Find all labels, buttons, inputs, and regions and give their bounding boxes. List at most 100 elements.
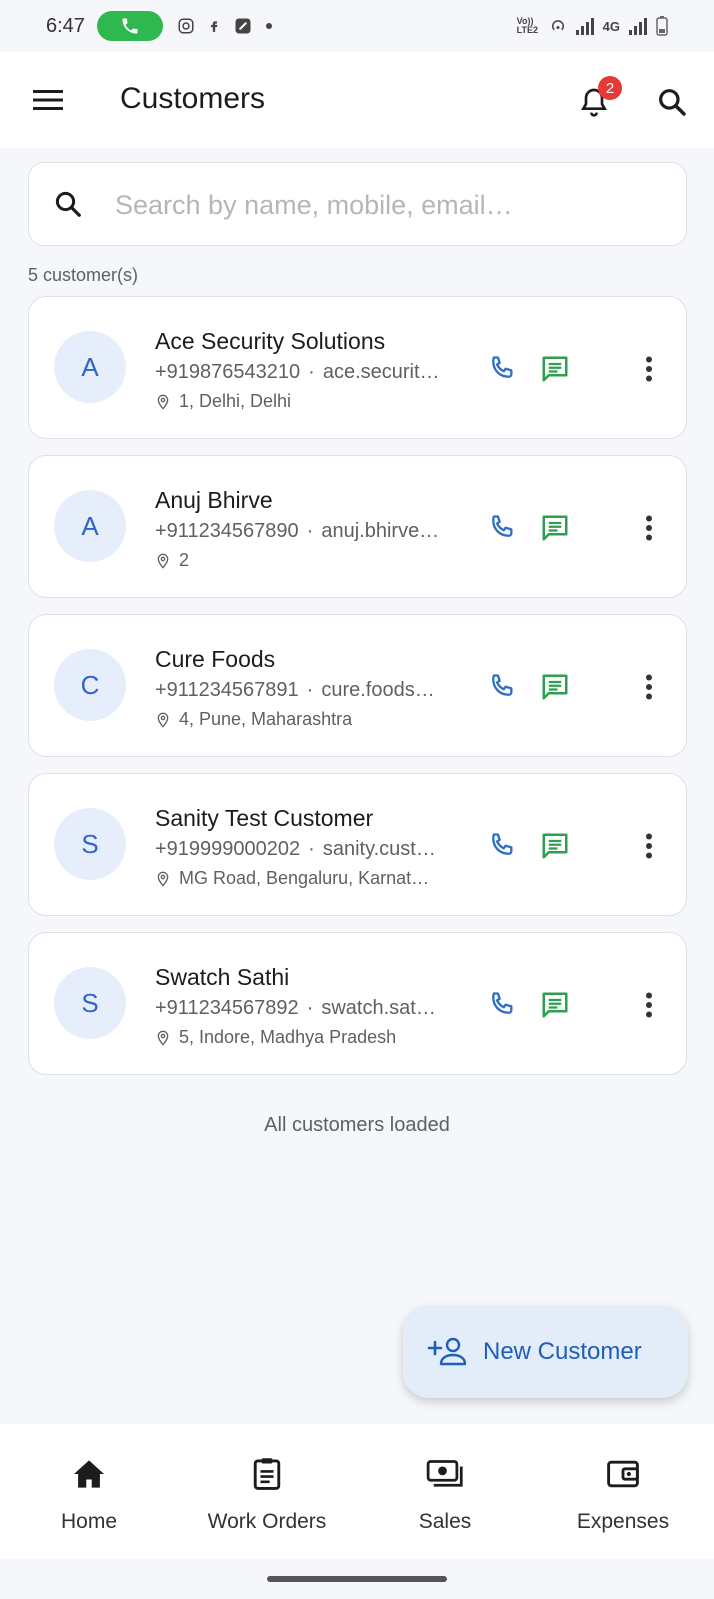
nav-item-expenses[interactable]: Expenses: [534, 1424, 712, 1559]
customer-phone: +911234567892: [155, 997, 299, 1019]
search-icon: [659, 89, 686, 116]
customer-name: Anuj Bhirve: [155, 487, 273, 513]
notification-icons: [177, 16, 273, 36]
customer-email: cure.foods…: [321, 679, 435, 701]
more-options-button[interactable]: [631, 828, 667, 864]
nav-item-home[interactable]: Home: [0, 1424, 178, 1559]
customer-address: 2: [155, 550, 500, 571]
signal-icon: [575, 18, 594, 35]
separator: ·: [308, 361, 315, 383]
location-pin-icon: [157, 1030, 169, 1046]
message-button[interactable]: [537, 828, 573, 864]
nav-item-sales[interactable]: Sales: [356, 1424, 534, 1559]
nav-label: Expenses: [576, 1510, 670, 1533]
customer-card[interactable]: C Cure Foods +911234567891 · cure.foods… 4…: [28, 614, 687, 757]
message-icon: [542, 515, 568, 541]
message-button[interactable]: [537, 669, 573, 705]
list-end-label: All customers loaded: [264, 1114, 450, 1136]
call-button[interactable]: [485, 828, 519, 862]
add-person-icon: [427, 1337, 467, 1366]
customer-email: sanity.cust…: [322, 838, 436, 860]
new-customer-button[interactable]: New Customer: [403, 1306, 688, 1398]
avatar: A: [54, 490, 126, 562]
search-input[interactable]: [115, 181, 575, 229]
customer-name: Cure Foods: [155, 646, 276, 672]
more-vert-icon: [646, 992, 652, 1018]
avatar: S: [54, 967, 126, 1039]
customer-contact: +911234567890 · anuj.bhirve…: [155, 520, 500, 543]
search-button[interactable]: [652, 82, 692, 122]
customer-card[interactable]: A Anuj Bhirve +911234567890 · anuj.bhirve……: [28, 455, 687, 598]
more-options-button[interactable]: [631, 669, 667, 705]
separator: ·: [306, 679, 314, 701]
battery-icon: [656, 16, 668, 36]
new-customer-label: New Customer: [483, 1338, 642, 1365]
phone-icon: [492, 674, 513, 696]
phone-icon: [492, 515, 513, 537]
message-button[interactable]: [537, 510, 573, 546]
call-button[interactable]: [485, 351, 519, 385]
customer-card[interactable]: S Swatch Sathi +911234567892 · swatch.sat……: [28, 932, 687, 1075]
app-bar: Customers: [0, 52, 714, 148]
message-button[interactable]: [537, 351, 573, 387]
customer-phone: +919999000202: [155, 838, 301, 860]
customer-count: 5 customer(s): [28, 265, 139, 285]
call-button[interactable]: [485, 510, 519, 544]
avatar: C: [54, 649, 126, 721]
address-text: MG Road, Bengaluru, Karnat…: [179, 868, 430, 888]
status-time: 6:47: [46, 14, 85, 37]
bottom-navigation: Home Work Orders Sales Expenses: [0, 1424, 714, 1559]
customer-email: ace.securit…: [322, 361, 440, 383]
call-button[interactable]: [485, 669, 519, 703]
customer-address: MG Road, Bengaluru, Karnat…: [155, 868, 500, 889]
menu-button[interactable]: [28, 84, 68, 116]
customer-name: Ace Security Solutions: [155, 328, 386, 354]
customer-card[interactable]: S Sanity Test Customer +919999000202 · san…: [28, 773, 687, 916]
message-icon: [542, 992, 568, 1018]
customer-name: Sanity Test Customer: [155, 805, 374, 831]
notification-badge: 2: [598, 76, 622, 100]
separator: ·: [306, 520, 314, 542]
address-text: 2: [179, 550, 190, 570]
clipboard-icon: [253, 1458, 281, 1490]
separator: ·: [308, 838, 315, 860]
home-icon: [74, 1460, 104, 1488]
location-pin-icon: [157, 712, 169, 728]
more-vert-icon: [646, 674, 652, 700]
app-icon: [235, 18, 251, 34]
customer-address: 5, Indore, Madhya Pradesh: [155, 1027, 500, 1048]
avatar: S: [54, 808, 126, 880]
location-pin-icon: [157, 553, 169, 569]
search-field[interactable]: [28, 162, 687, 246]
more-options-button[interactable]: [631, 510, 667, 546]
instagram-icon: [178, 18, 194, 34]
facebook-icon: [211, 21, 218, 32]
address-text: 4, Pune, Maharashtra: [179, 709, 353, 729]
more-options-button[interactable]: [631, 987, 667, 1023]
more-options-button[interactable]: [631, 351, 667, 387]
cash-icon: [426, 1460, 463, 1487]
ongoing-call-icon[interactable]: [96, 11, 163, 41]
nav-item-work-orders[interactable]: Work Orders: [178, 1424, 356, 1559]
wallet-icon: [607, 1460, 639, 1488]
status-bar: 6:47 Vo)) LTE2 4G: [0, 0, 714, 52]
address-text: 1, Delhi, Delhi: [179, 391, 292, 411]
location-pin-icon: [157, 394, 169, 410]
customer-phone: +911234567891: [155, 679, 299, 701]
menu-icon: [33, 90, 63, 110]
more-notifications-icon: [265, 23, 272, 29]
message-icon: [542, 356, 568, 382]
page-title: Customers: [120, 82, 266, 115]
customer-contact: +919876543210 · ace.securit…: [155, 361, 500, 384]
more-vert-icon: [646, 833, 652, 859]
message-icon: [542, 674, 568, 700]
search-icon: [55, 191, 81, 217]
customer-card[interactable]: A Ace Security Solutions +919876543210 · a…: [28, 296, 687, 439]
location-pin-icon: [157, 871, 169, 887]
nav-label: Work Orders: [207, 1510, 327, 1533]
phone-icon: [492, 833, 513, 855]
call-button[interactable]: [485, 987, 519, 1021]
home-gesture-bar[interactable]: [267, 1576, 447, 1582]
nav-label: Sales: [418, 1510, 472, 1533]
message-button[interactable]: [537, 987, 573, 1023]
